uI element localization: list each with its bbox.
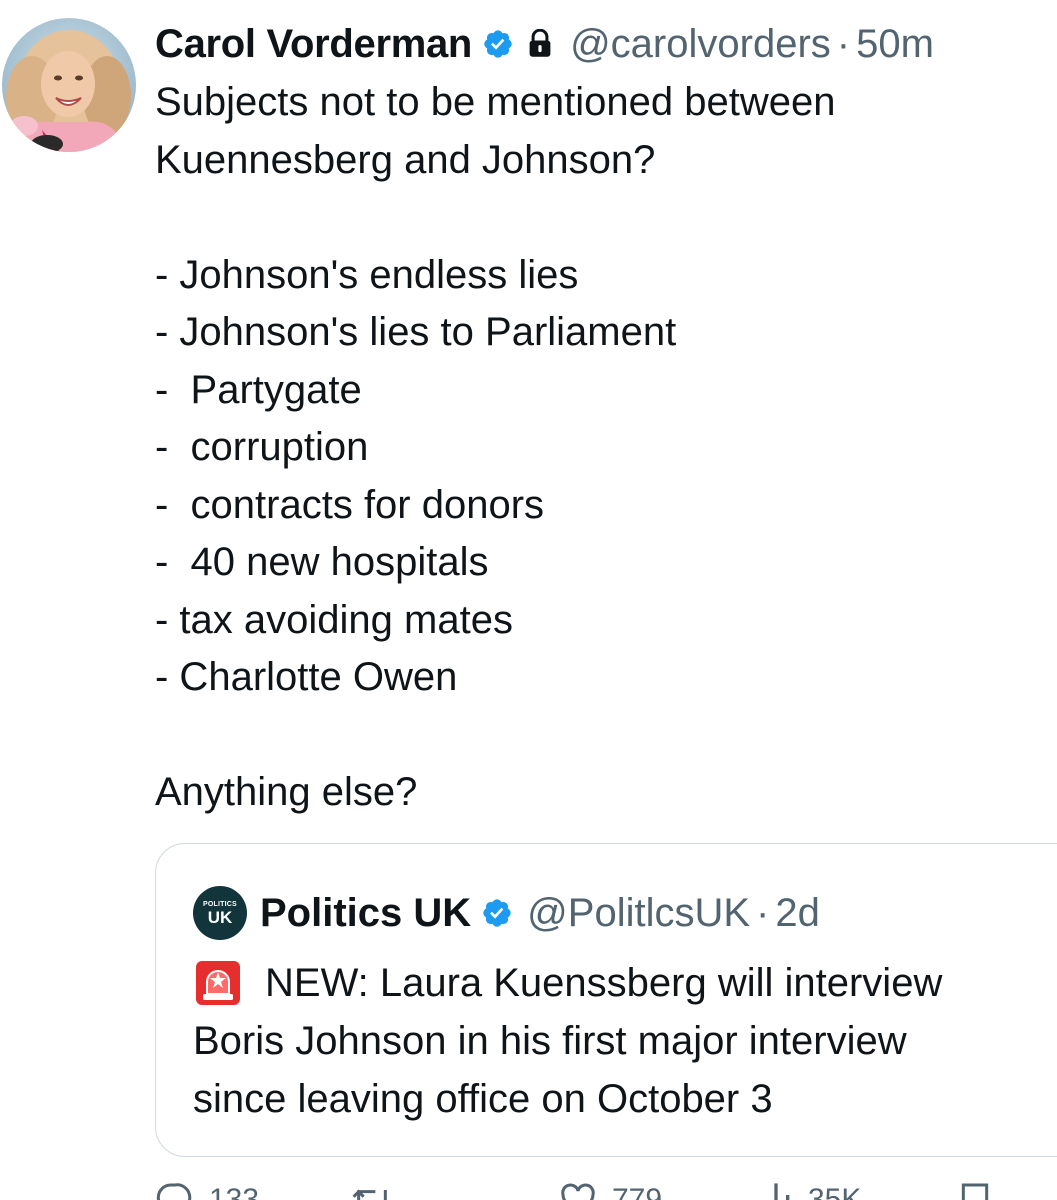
like-button[interactable]: 779 (558, 1180, 662, 1200)
header-separator: · (836, 21, 851, 66)
siren-icon (193, 958, 243, 1008)
tweet-line: - Johnson's lies to Parliament (155, 310, 677, 354)
tweet-view: Carol Vorderman @carolvorders · 50m Subj… (0, 0, 1057, 1200)
author-avatar[interactable] (2, 18, 136, 152)
tweet-line: - 40 new hospitals (155, 540, 489, 584)
quoted-text-line2: Boris Johnson in his first major intervi… (193, 1019, 907, 1063)
quoted-line: NEW: Laura Kuenssberg will interview (193, 954, 1057, 1012)
views-icon (758, 1180, 794, 1200)
views-count: 35K (808, 1183, 862, 1200)
quoted-tweet-text: NEW: Laura Kuenssberg will interview Bor… (193, 954, 1057, 1128)
repost-icon (350, 1180, 394, 1200)
tweet-header: Carol Vorderman @carolvorders · 50m (155, 16, 1057, 72)
avatar-text-big: UK (207, 907, 233, 927)
reply-icon (155, 1180, 195, 1200)
verified-badge-icon[interactable] (482, 28, 514, 60)
tweet-line: Anything else? (155, 770, 418, 814)
quoted-author-handle[interactable]: @PolitlcsUK (527, 891, 750, 936)
tweet-text: Subjects not to be mentioned between Kue… (155, 74, 1057, 822)
repost-button[interactable] (350, 1180, 408, 1200)
tweet-body: Carol Vorderman @carolvorders · 50m Subj… (155, 16, 1057, 822)
tweet-timestamp[interactable]: 50m (856, 22, 934, 67)
author-name[interactable]: Carol Vorderman (155, 22, 472, 67)
tweet-line: - contracts for donors (155, 482, 545, 527)
like-count: 779 (612, 1183, 663, 1200)
action-bar: 133 779 35K (155, 1180, 1057, 1200)
tweet-line: - Partygate (155, 367, 362, 412)
quoted-tweet-header: POLITICS UK Politics UK @PolitlcsUK · 2d (193, 886, 820, 940)
bookmark-button[interactable] (955, 1180, 995, 1200)
quoted-tweet[interactable]: POLITICS UK Politics UK @PolitlcsUK · 2d (155, 843, 1057, 1157)
author-handle[interactable]: @carolvorders (570, 22, 831, 67)
quoted-author-avatar[interactable]: POLITICS UK (193, 886, 247, 940)
reply-count: 133 (209, 1183, 260, 1200)
verified-badge-icon[interactable] (481, 897, 513, 929)
bookmark-icon (955, 1180, 995, 1200)
quoted-timestamp[interactable]: 2d (775, 891, 820, 936)
reply-button[interactable]: 133 (155, 1180, 259, 1200)
avatar-text-small: POLITICS (203, 900, 237, 908)
views-button[interactable]: 35K (758, 1180, 861, 1200)
tweet-line: - Johnson's endless lies (155, 252, 579, 297)
header-separator: · (756, 890, 770, 935)
quoted-text-line3: since leaving office on October 3 (193, 1077, 773, 1121)
like-icon (558, 1180, 598, 1200)
tweet-line: Subjects not to be mentioned between (155, 80, 836, 124)
quoted-author-name[interactable]: Politics UK (260, 891, 471, 936)
lock-icon (526, 29, 554, 59)
tweet-line: - Charlotte Owen (155, 655, 458, 699)
tweet-line: Kuennesberg and Johnson? (155, 137, 656, 182)
quoted-text-line1: NEW: Laura Kuenssberg will interview (265, 961, 943, 1005)
tweet-line: - corruption (155, 425, 369, 469)
tweet-line: - tax avoiding mates (155, 597, 513, 642)
